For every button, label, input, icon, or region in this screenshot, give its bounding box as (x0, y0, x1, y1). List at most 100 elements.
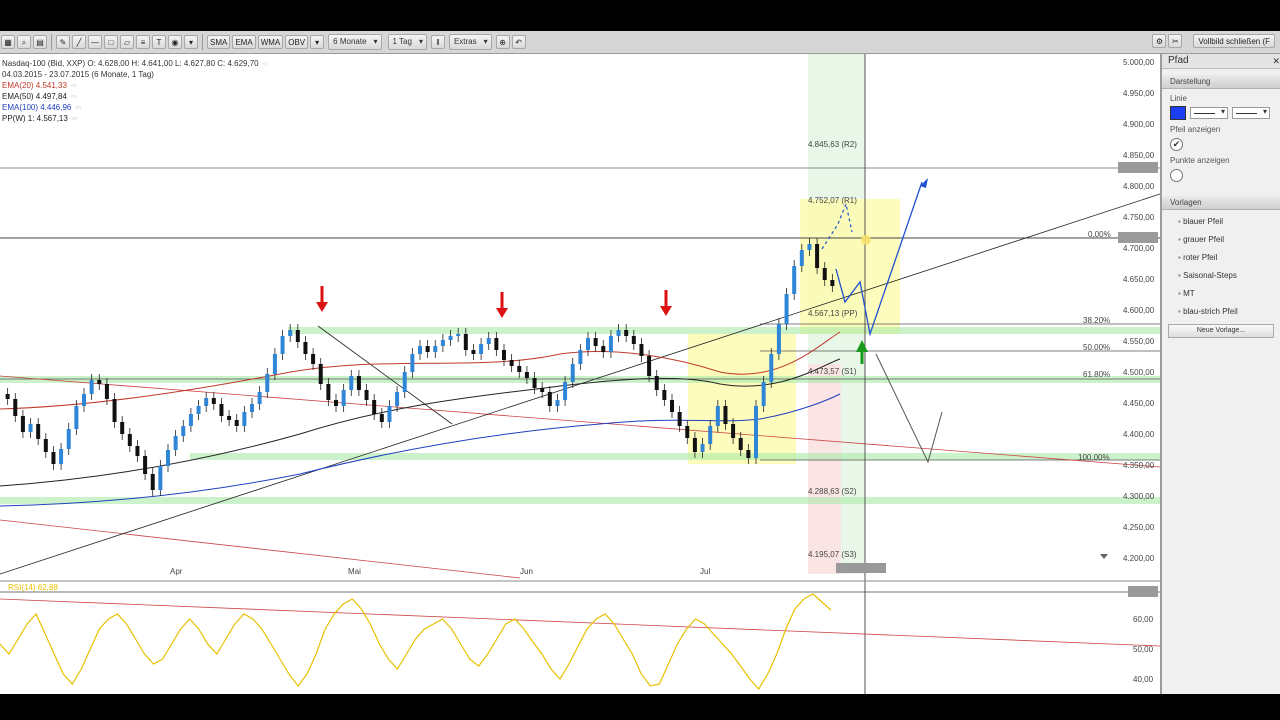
pivot-s3-label: 4.195,07 (S3) (808, 550, 857, 559)
support-band-4 (0, 497, 1160, 504)
price-tick-label: 4.850,00 (1123, 151, 1155, 160)
candle-body (272, 354, 277, 374)
candle-body (662, 390, 667, 400)
price-chart[interactable]: 5.000,00 4.950,00 4.900,00 4.850,00 4.800,00… (0, 54, 1160, 694)
candle-body (547, 392, 552, 406)
candle-body (234, 420, 239, 426)
candle-body (395, 392, 400, 406)
candle-body (616, 330, 621, 336)
candle-body (303, 342, 308, 354)
pivot-r1-label: 4.752,07 (R1) (808, 196, 857, 205)
tools-icon[interactable]: ✂ (1168, 34, 1183, 48)
price-tick-label: 4.400,00 (1123, 430, 1155, 439)
candle-body (250, 404, 254, 412)
color-swatch[interactable] (1170, 106, 1186, 120)
undo-icon[interactable]: ↶ (511, 35, 526, 49)
text-tool-icon[interactable]: T (152, 35, 166, 49)
candle-body (586, 338, 590, 350)
rectangle-icon[interactable]: □ (104, 35, 118, 49)
ema100-row[interactable]: EMA(100) 4.446,96 ▫▫ (2, 102, 267, 113)
ema-button[interactable]: EMA (232, 35, 256, 49)
template-item[interactable]: roter Pfeil (1162, 251, 1280, 264)
template-item[interactable]: blau-strich Pfeil (1162, 305, 1280, 318)
template-item[interactable]: MT (1162, 287, 1280, 300)
candle-body (97, 380, 102, 384)
candle-body (89, 380, 94, 394)
time-label-jul: Jul (700, 567, 710, 576)
pivot-pp-label: 4.567,13 (PP) (808, 309, 858, 318)
grid-icon[interactable]: ▦ (1, 35, 15, 49)
section-display[interactable]: Darstellung (1162, 75, 1280, 89)
table-icon[interactable]: ▤ (33, 35, 47, 49)
line-style-row (1162, 106, 1280, 120)
range-dropdown[interactable]: 6 Monate (328, 34, 382, 50)
channel-icon[interactable]: ▱ (120, 35, 134, 49)
rsi-line (0, 593, 832, 691)
more-tools-icon[interactable]: ▾ (184, 35, 198, 49)
rsi-tag (1128, 586, 1158, 597)
close-icon[interactable]: ✕ (1272, 54, 1280, 68)
candle-body (524, 372, 529, 378)
candle-body (509, 360, 514, 366)
instrument-title: Nasdaq-100 (Bid, XXP) O: 4.628,00 H: 4.6… (2, 59, 259, 68)
line-width-dropdown[interactable] (1190, 107, 1228, 119)
support-band-2 (0, 376, 1160, 383)
show-points-checkbox[interactable] (1170, 169, 1183, 182)
template-item[interactable]: grauer Pfeil (1162, 233, 1280, 246)
info-close-icon[interactable]: ○ (263, 58, 268, 69)
interval-dropdown[interactable]: 1 Tag (387, 34, 427, 50)
candles-icon[interactable]: ǁ (430, 35, 445, 49)
chart-area[interactable]: 5.000,00 4.950,00 4.900,00 4.850,00 4.800,00… (0, 54, 1160, 694)
rsi-tick-label: 50,00 (1133, 645, 1154, 654)
candle-body (723, 406, 728, 424)
pencil-icon[interactable]: ✎ (56, 35, 70, 49)
new-template-button[interactable]: Neue Vorlage... (1168, 324, 1274, 338)
ema50-options-icon[interactable]: ▫▫ (71, 91, 77, 102)
ema100-options-icon[interactable]: ▫▫ (75, 102, 81, 113)
line-icon[interactable]: ╱ (72, 35, 86, 49)
candle-body (104, 384, 109, 399)
candle-body (822, 268, 827, 280)
ema20-options-icon[interactable]: ▫▫ (71, 80, 77, 91)
template-item[interactable]: Saisonal-Steps (1162, 269, 1280, 282)
pp-row[interactable]: PP(W) 1: 4.567,13 ▫▫ (2, 113, 267, 124)
sma-button[interactable]: SMA (207, 35, 231, 49)
fib-0-label: 0.00% (1088, 230, 1111, 239)
pivot-r2-label: 4.845,63 (R2) (808, 140, 857, 149)
section-templates[interactable]: Vorlagen (1162, 196, 1280, 210)
candle-body (242, 412, 247, 426)
price-tick-label: 4.600,00 (1123, 306, 1155, 315)
fib-38-label: 38.20% (1083, 316, 1110, 325)
price-tick-label: 4.350,00 (1123, 461, 1155, 470)
ema50-row[interactable]: EMA(50) 4.497,84 ▫▫ (2, 91, 267, 102)
magnifier-icon[interactable]: ⌕ (17, 35, 31, 49)
cursor-highlight (861, 235, 871, 245)
extras-dropdown[interactable]: Extras (448, 34, 492, 50)
show-arrow-checkbox[interactable]: ✔ (1170, 138, 1183, 151)
rsi-label: RSI(14) 62,88 (8, 583, 58, 592)
candle-body (418, 346, 422, 354)
candle-body (280, 336, 285, 354)
candle-body (776, 324, 781, 354)
line-style-dropdown[interactable] (1232, 107, 1270, 119)
toolbar-divider (51, 34, 52, 50)
zoom-icon[interactable]: ⊕ (495, 35, 510, 49)
indicator-dropdown-icon[interactable]: ▾ (310, 35, 325, 49)
settings-icon[interactable]: ⚙ (1152, 34, 1167, 48)
close-fullscreen-button[interactable]: Vollbild schließen (F (1193, 34, 1275, 48)
wma-button[interactable]: WMA (257, 35, 284, 49)
scroll-down-icon[interactable] (1100, 554, 1108, 559)
template-item[interactable]: blauer Pfeil (1162, 215, 1280, 228)
pp-options-icon[interactable]: ▫▫ (72, 113, 78, 124)
candle-body (807, 244, 812, 250)
obv-button[interactable]: OBV (285, 35, 309, 49)
price-tick-label: 4.800,00 (1123, 182, 1155, 191)
marker-icon[interactable]: ◉ (168, 35, 182, 49)
hline-icon[interactable]: — (88, 35, 102, 49)
ema20-row[interactable]: EMA(20) 4.541,33 ▫▫ (2, 80, 267, 91)
candle-body (677, 412, 682, 426)
fibonacci-icon[interactable]: ≡ (136, 35, 150, 49)
candle-body (486, 338, 491, 344)
candle-body (517, 366, 522, 372)
price-tick-label: 4.250,00 (1123, 523, 1155, 532)
